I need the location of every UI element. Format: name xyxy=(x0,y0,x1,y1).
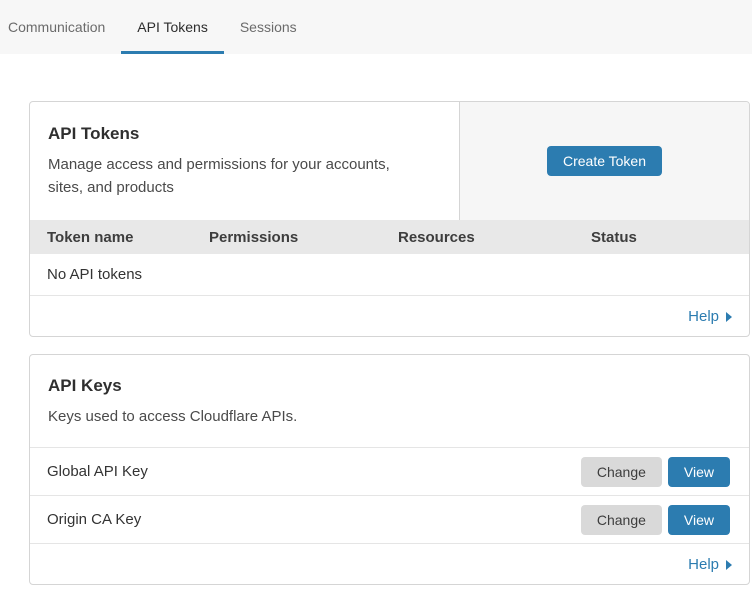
column-status: Status xyxy=(591,229,749,246)
tokens-empty-row: No API tokens xyxy=(30,254,749,296)
global-api-key-change-button[interactable]: Change xyxy=(581,457,662,487)
api-keys-card: API Keys Keys used to access Cloudflare … xyxy=(29,354,750,585)
keys-help-link[interactable]: Help xyxy=(688,556,732,573)
api-keys-header: API Keys Keys used to access Cloudflare … xyxy=(30,355,749,448)
api-tokens-description: Manage access and permissions for your a… xyxy=(48,153,420,200)
global-api-key-view-button[interactable]: View xyxy=(668,457,730,487)
origin-ca-key-view-button[interactable]: View xyxy=(668,505,730,535)
help-arrow-icon xyxy=(726,312,732,322)
api-tokens-card: API Tokens Manage access and permissions… xyxy=(29,101,750,337)
tokens-table-header: Token name Permissions Resources Status xyxy=(30,220,749,254)
api-keys-description: Keys used to access Cloudflare APIs. xyxy=(48,405,420,428)
tokens-help-label: Help xyxy=(688,308,719,325)
tokens-empty-message: No API tokens xyxy=(47,266,142,283)
api-tokens-action-panel: Create Token xyxy=(459,102,749,220)
api-keys-title: API Keys xyxy=(48,376,731,396)
global-api-key-row: Global API Key Change View xyxy=(30,448,749,496)
api-tokens-header: API Tokens Manage access and permissions… xyxy=(30,102,749,220)
column-token-name: Token name xyxy=(47,229,209,246)
create-token-button[interactable]: Create Token xyxy=(547,146,662,176)
origin-ca-key-change-button[interactable]: Change xyxy=(581,505,662,535)
column-resources: Resources xyxy=(398,229,591,246)
main-content: API Tokens Manage access and permissions… xyxy=(0,54,750,585)
tab-communication[interactable]: Communication xyxy=(0,0,121,54)
api-tokens-header-text: API Tokens Manage access and permissions… xyxy=(30,102,459,220)
tab-bar: Communication API Tokens Sessions xyxy=(0,0,752,54)
help-arrow-icon xyxy=(726,560,732,570)
keys-card-footer: Help xyxy=(30,544,749,584)
origin-ca-key-row: Origin CA Key Change View xyxy=(30,496,749,544)
tab-api-tokens[interactable]: API Tokens xyxy=(121,0,224,54)
tokens-help-link[interactable]: Help xyxy=(688,308,732,325)
origin-ca-key-label: Origin CA Key xyxy=(47,511,581,528)
tokens-card-footer: Help xyxy=(30,296,749,336)
api-tokens-title: API Tokens xyxy=(48,124,441,144)
column-permissions: Permissions xyxy=(209,229,398,246)
global-api-key-label: Global API Key xyxy=(47,463,581,480)
tab-sessions[interactable]: Sessions xyxy=(224,0,313,54)
keys-help-label: Help xyxy=(688,556,719,573)
